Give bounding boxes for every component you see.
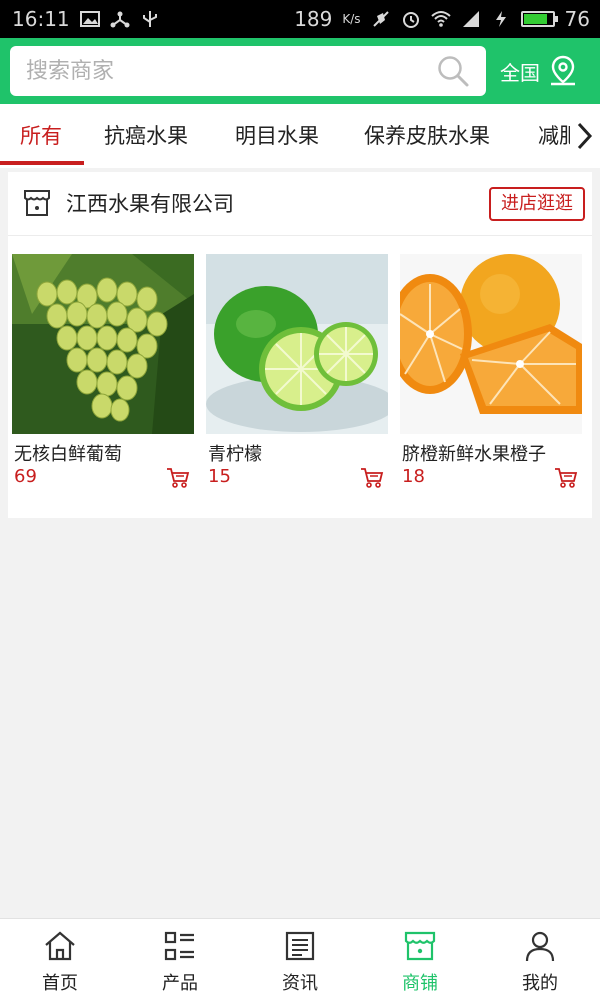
- nav-me[interactable]: 我的: [480, 919, 600, 1000]
- tab-all[interactable]: 所有: [20, 104, 62, 168]
- product-name: 无核白鲜葡萄: [14, 444, 122, 465]
- alarm-icon: [402, 12, 419, 28]
- product-card[interactable]: 青柠檬 15: [206, 254, 388, 489]
- region-selector[interactable]: 全国: [500, 48, 578, 94]
- add-to-cart-icon[interactable]: [554, 467, 578, 489]
- shop-header: 江西水果有限公司 进店逛逛: [8, 172, 592, 236]
- category-tabs: 所有 抗癌水果 明目水果 保养皮肤水果 减肥: [0, 104, 600, 168]
- product-name: 脐橙新鲜水果橙子: [402, 444, 546, 465]
- product-name: 青柠檬: [208, 444, 262, 465]
- shop-name: 江西水果有限公司: [66, 192, 234, 216]
- active-tab-indicator: [0, 161, 84, 165]
- tabs-scroll-button[interactable]: [570, 104, 600, 168]
- header-bar: 全国: [0, 38, 600, 104]
- signal-icon: [462, 11, 479, 27]
- battery-icon: [520, 11, 558, 27]
- usb-icon: [142, 11, 157, 27]
- search-box[interactable]: [10, 46, 486, 96]
- wifi-icon: [430, 11, 451, 27]
- nav-shops-label: 商铺: [402, 973, 438, 994]
- nav-products[interactable]: 产品: [120, 919, 240, 1000]
- region-label: 全国: [500, 60, 540, 85]
- home-icon: [45, 931, 75, 961]
- list-icon: [164, 931, 194, 961]
- gallery-icon: [79, 11, 100, 27]
- shop-card: 江西水果有限公司 进店逛逛 无核白鲜葡萄 69 青柠檬 15 脐橙新鲜水果橙子 …: [8, 172, 592, 518]
- location-pin-icon: [551, 55, 575, 86]
- product-image-lime[interactable]: [206, 254, 388, 434]
- user-icon: [525, 931, 555, 962]
- mute-icon: [372, 11, 389, 27]
- charging-icon: [495, 11, 506, 27]
- battery-level: 76: [564, 7, 590, 31]
- bottom-nav: 首页 产品 资讯 商铺 我的: [0, 918, 600, 1000]
- visit-store-button[interactable]: 进店逛逛: [489, 187, 585, 221]
- network-speed: 189: [294, 7, 333, 31]
- tab-anticancer-fruit[interactable]: 抗癌水果: [104, 104, 188, 168]
- status-bar: 16:11 189 K/s 76: [0, 0, 600, 38]
- product-card[interactable]: 脐橙新鲜水果橙子 18: [400, 254, 582, 489]
- share-icon: [110, 11, 130, 28]
- nav-home-label: 首页: [42, 973, 78, 994]
- search-input[interactable]: [10, 58, 436, 84]
- network-speed-unit: K/s: [342, 12, 361, 26]
- status-time: 16:11: [12, 7, 70, 31]
- product-image-orange[interactable]: [400, 254, 582, 434]
- search-icon[interactable]: [436, 54, 470, 88]
- nav-home[interactable]: 首页: [0, 919, 120, 1000]
- news-icon: [285, 931, 315, 961]
- nav-news[interactable]: 资讯: [240, 919, 360, 1000]
- tab-eye-fruit[interactable]: 明目水果: [235, 104, 319, 168]
- product-image-grapes[interactable]: [12, 254, 194, 434]
- nav-news-label: 资讯: [282, 973, 318, 994]
- store-icon: [24, 190, 50, 216]
- nav-me-label: 我的: [522, 973, 558, 994]
- shop-icon: [404, 931, 436, 961]
- nav-shops[interactable]: 商铺: [360, 919, 480, 1000]
- add-to-cart-icon[interactable]: [360, 467, 384, 489]
- product-card[interactable]: 无核白鲜葡萄 69: [12, 254, 194, 489]
- add-to-cart-icon[interactable]: [166, 467, 190, 489]
- tab-skin-care-fruit[interactable]: 保养皮肤水果: [364, 104, 490, 168]
- nav-products-label: 产品: [162, 973, 198, 994]
- chevron-right-icon: [577, 122, 593, 150]
